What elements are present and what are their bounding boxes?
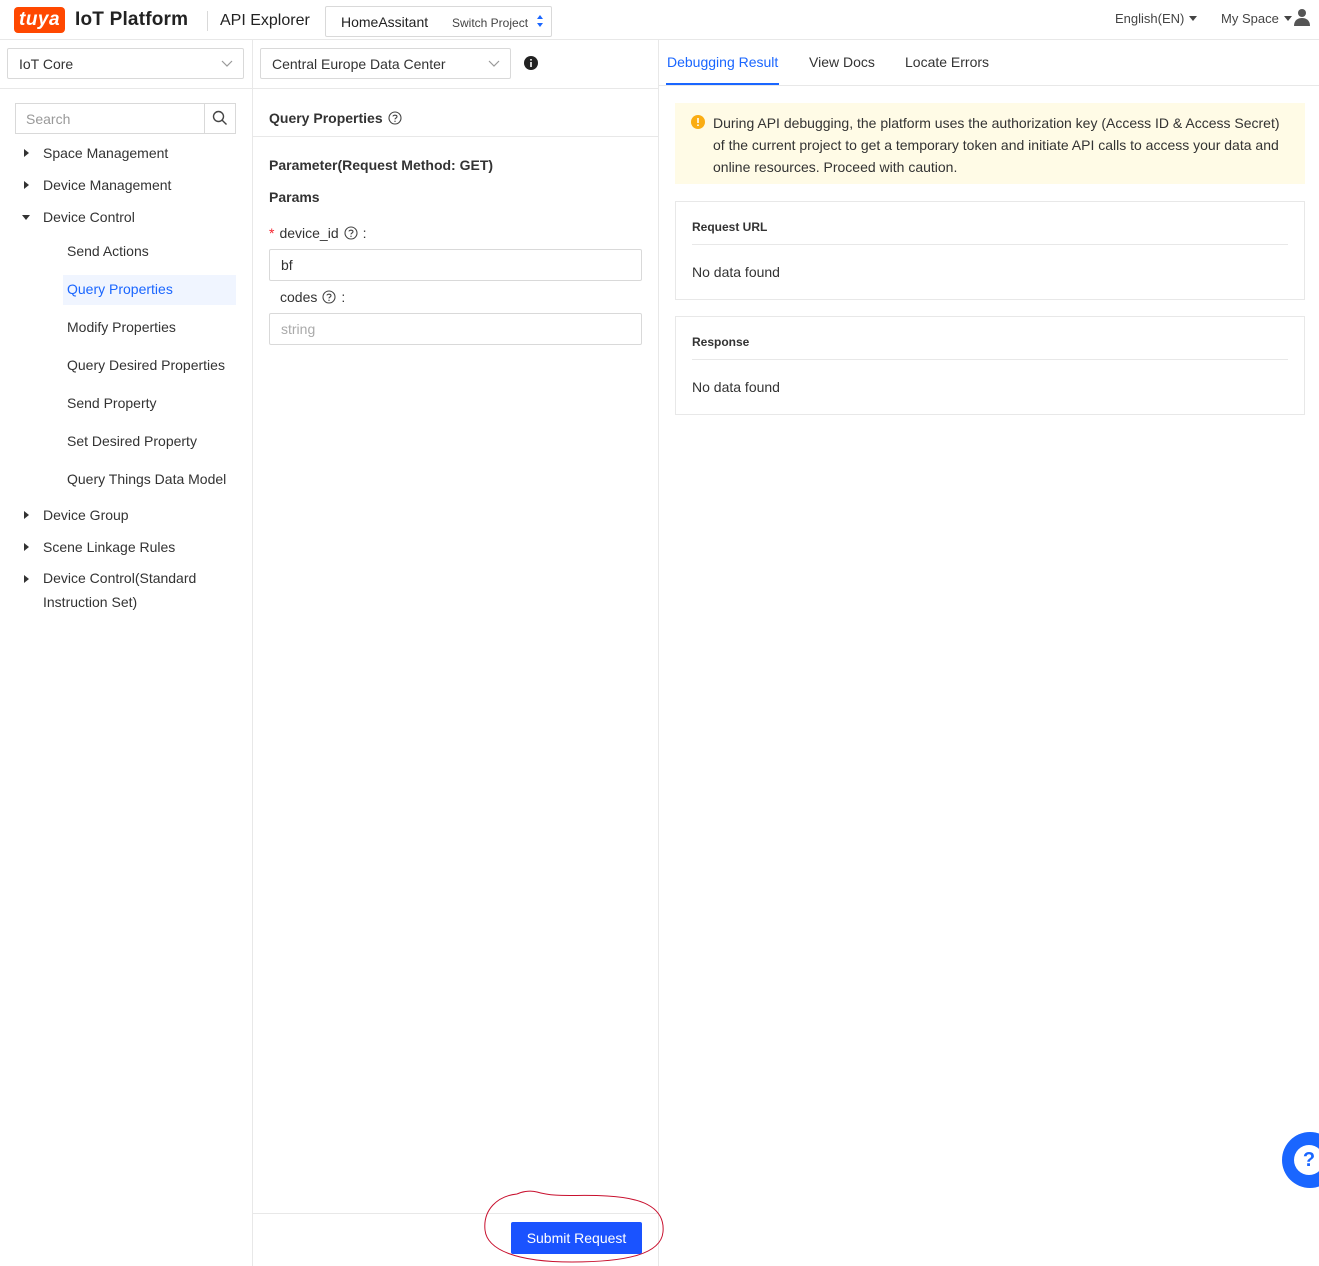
app-title: API Explorer bbox=[220, 12, 310, 29]
sidebar-item-query-things-data-model[interactable]: Query Things Data Model bbox=[63, 465, 236, 495]
sidebar-item-modify-properties[interactable]: Modify Properties bbox=[63, 313, 236, 343]
api-title: Query Properties bbox=[269, 110, 402, 126]
tab-debugging-result[interactable]: Debugging Result bbox=[667, 54, 778, 70]
help-icon[interactable] bbox=[344, 226, 358, 240]
sidebar-item-query-properties[interactable]: Query Properties bbox=[63, 275, 236, 305]
params-title: Params bbox=[269, 189, 320, 205]
request-url-value: No data found bbox=[692, 264, 780, 280]
sidebar-item-query-desired-properties[interactable]: Query Desired Properties bbox=[63, 351, 236, 381]
caret-down-icon bbox=[1189, 15, 1198, 21]
tree-item-label: Device Control bbox=[43, 209, 135, 225]
service-select[interactable]: IoT Core bbox=[7, 48, 244, 79]
sidebar-item-label: Send Property bbox=[67, 395, 157, 411]
top-bar: tuya IoT Platform API Explorer HomeAssit… bbox=[0, 0, 1319, 40]
tree-item-label: Device Control(Standard Instruction Set) bbox=[43, 570, 197, 610]
sidebar-item-set-desired-property[interactable]: Set Desired Property bbox=[63, 427, 236, 457]
tree-item-label: Space Management bbox=[43, 145, 169, 161]
active-tab-indicator bbox=[666, 83, 779, 85]
up-down-arrows-icon bbox=[537, 15, 543, 27]
api-title-text: Query Properties bbox=[269, 110, 383, 126]
divider bbox=[253, 88, 659, 89]
sidebar-item-label: Query Properties bbox=[67, 281, 173, 297]
help-icon[interactable] bbox=[322, 290, 336, 304]
request-panel: Central Europe Data Center Query Propert… bbox=[253, 40, 664, 1266]
colon: : bbox=[341, 289, 346, 305]
tab-view-docs[interactable]: View Docs bbox=[809, 54, 875, 70]
tree-item-device-control[interactable]: Device Control bbox=[0, 208, 253, 228]
tree-item-device-management[interactable]: Device Management bbox=[0, 176, 253, 196]
caret-down-icon bbox=[1283, 15, 1292, 21]
api-search bbox=[15, 103, 236, 134]
tree-item-label: Scene Linkage Rules bbox=[43, 539, 176, 555]
sidebar-item-label: Query Desired Properties bbox=[67, 357, 225, 373]
left-sidebar: IoT Core Space Management Device Managem… bbox=[0, 40, 253, 1266]
divider bbox=[692, 359, 1288, 360]
response-title: Response bbox=[692, 335, 750, 349]
tree-item-device-group[interactable]: Device Group bbox=[0, 506, 253, 526]
caret-right-icon bbox=[24, 511, 29, 519]
search-input[interactable] bbox=[16, 104, 204, 133]
colon: : bbox=[362, 225, 367, 241]
search-icon bbox=[212, 110, 227, 125]
tree-item-space-management[interactable]: Space Management bbox=[0, 144, 253, 164]
header-divider bbox=[207, 11, 208, 31]
service-select-value: IoT Core bbox=[19, 56, 74, 72]
response-card: Response No data found bbox=[675, 316, 1305, 415]
search-button[interactable] bbox=[204, 104, 235, 133]
caret-right-icon bbox=[24, 543, 29, 551]
device-id-input[interactable] bbox=[269, 249, 642, 281]
tuya-logo[interactable]: tuya bbox=[14, 7, 66, 33]
required-mark: * bbox=[269, 225, 275, 241]
parameter-title: Parameter(Request Method: GET) bbox=[269, 157, 494, 173]
caret-right-icon bbox=[24, 149, 29, 157]
my-space-label: My Space bbox=[1221, 11, 1279, 26]
divider bbox=[253, 136, 659, 137]
user-icon[interactable] bbox=[1293, 8, 1311, 26]
sidebar-item-label: Set Desired Property bbox=[67, 433, 197, 449]
response-value: No data found bbox=[692, 379, 780, 395]
request-url-card: Request URL No data found bbox=[675, 201, 1305, 300]
caret-right-icon bbox=[24, 181, 29, 189]
project-name: HomeAssitant bbox=[341, 14, 429, 30]
codes-input[interactable] bbox=[269, 313, 642, 345]
alert-message: During API debugging, the platform uses … bbox=[713, 115, 1280, 175]
question-icon: ? bbox=[1294, 1145, 1319, 1175]
caret-down-icon bbox=[22, 215, 30, 220]
sidebar-item-send-actions[interactable]: Send Actions bbox=[63, 237, 236, 267]
chevron-down-icon bbox=[221, 60, 233, 67]
help-icon[interactable] bbox=[388, 111, 402, 125]
caution-alert: During API debugging, the platform uses … bbox=[675, 103, 1305, 184]
codes-label: codes: bbox=[280, 289, 345, 305]
brand-name[interactable]: IoT Platform bbox=[75, 9, 188, 31]
language-label: English(EN) bbox=[1115, 11, 1185, 26]
tree-item-scene-linkage-rules[interactable]: Scene Linkage Rules bbox=[0, 538, 253, 558]
tree-item-device-control-standard[interactable]: Device Control(Standard Instruction Set) bbox=[0, 570, 253, 618]
sidebar-item-label: Modify Properties bbox=[67, 319, 176, 335]
datacenter-select-value: Central Europe Data Center bbox=[272, 56, 446, 72]
divider bbox=[0, 88, 253, 89]
language-selector[interactable]: English(EN) bbox=[1115, 11, 1198, 26]
datacenter-select[interactable]: Central Europe Data Center bbox=[260, 48, 511, 79]
divider bbox=[692, 244, 1288, 245]
result-panel: Debugging Result View Docs Locate Errors… bbox=[659, 40, 1319, 1266]
annotation-circle bbox=[484, 1190, 664, 1263]
chevron-down-icon bbox=[488, 60, 500, 67]
info-icon[interactable] bbox=[524, 56, 538, 70]
tab-locate-errors[interactable]: Locate Errors bbox=[905, 54, 989, 70]
my-space-menu[interactable]: My Space bbox=[1221, 11, 1292, 26]
result-tabs: Debugging Result View Docs Locate Errors bbox=[659, 40, 1319, 86]
warning-icon bbox=[691, 115, 705, 129]
tree-item-label: Device Group bbox=[43, 507, 129, 523]
sidebar-item-label: Query Things Data Model bbox=[67, 471, 227, 487]
project-switcher[interactable]: HomeAssitant Switch Project bbox=[325, 6, 552, 37]
field-name: device_id bbox=[279, 225, 339, 241]
sidebar-item-label: Send Actions bbox=[67, 243, 149, 259]
field-name: codes bbox=[280, 289, 318, 305]
sidebar-item-send-property[interactable]: Send Property bbox=[63, 389, 236, 419]
tree-item-label: Device Management bbox=[43, 177, 172, 193]
switch-project-label: Switch Project bbox=[452, 16, 529, 30]
device-id-label: * device_id: bbox=[269, 225, 367, 241]
caret-right-icon bbox=[24, 575, 29, 583]
request-url-title: Request URL bbox=[692, 220, 768, 234]
